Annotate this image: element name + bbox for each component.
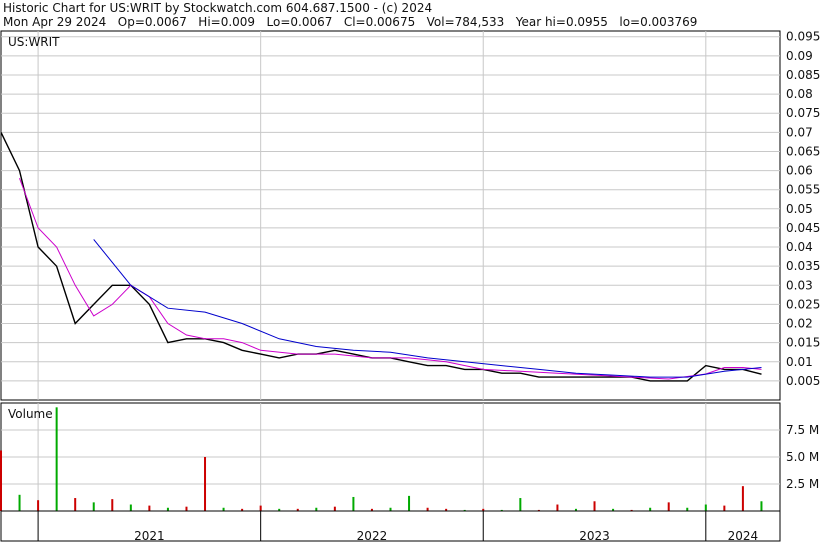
volume-bar <box>593 501 596 511</box>
price-tick-label: 0.07 <box>786 125 813 139</box>
volume-bar <box>0 450 2 511</box>
volume-bar <box>741 486 744 511</box>
volume-bar <box>519 498 522 511</box>
volume-bar <box>37 500 40 511</box>
volume-bar <box>408 495 411 511</box>
price-tick-label: 0.065 <box>786 144 820 158</box>
volume-bar <box>259 505 262 511</box>
price-tick-label: 0.045 <box>786 221 820 235</box>
volume-bar <box>129 504 132 511</box>
price-tick-label: 0.05 <box>786 202 813 216</box>
stock-chart: 0.095 0.09 0.085 0.08 0.075 0.07 0.065 0.06 0.05… <box>0 30 820 543</box>
volume-tick-label: 7.5 M <box>786 423 819 437</box>
volume-bar <box>352 496 355 511</box>
price-tick-label: 0.015 <box>786 336 820 350</box>
volume-bar <box>111 499 114 511</box>
year-label: 2024 <box>728 529 759 543</box>
price-tick-label: 0.08 <box>786 87 813 101</box>
price-tick-label: 0.01 <box>786 355 813 369</box>
volume-bar <box>185 506 188 511</box>
volume-bar <box>723 505 726 511</box>
price-tick-label: 0.005 <box>786 374 820 388</box>
year-label: 2022 <box>357 529 388 543</box>
price-tick-label: 0.03 <box>786 278 813 292</box>
volume-bar <box>55 407 58 511</box>
price-tick-label: 0.085 <box>786 68 820 82</box>
volume-bar <box>556 504 559 511</box>
price-panel-label: US:WRIT <box>8 35 60 49</box>
price-tick-label: 0.04 <box>786 240 813 254</box>
price-tick-label: 0.035 <box>786 259 820 273</box>
volume-bar <box>667 502 670 511</box>
volume-axis: 7.5 M 5.0 M 2.5 M <box>786 423 819 491</box>
volume-tick-label: 5.0 M <box>786 450 819 464</box>
price-tick-label: 0.095 <box>786 30 820 44</box>
volume-bar <box>148 505 151 511</box>
year-label: 2023 <box>579 529 610 543</box>
price-tick-label: 0.025 <box>786 297 820 311</box>
year-axis <box>0 510 781 542</box>
volume-bar <box>333 506 336 511</box>
volume-bar <box>92 502 95 511</box>
volume-bar <box>18 494 21 511</box>
volume-bar <box>74 498 77 511</box>
price-tick-label: 0.055 <box>786 183 820 197</box>
volume-panel-label: Volume <box>8 407 53 421</box>
price-axis: 0.095 0.09 0.085 0.08 0.075 0.07 0.065 0.06 0.05… <box>786 30 820 388</box>
volume-bar <box>204 457 207 511</box>
price-tick-label: 0.075 <box>786 106 820 120</box>
price-tick-label: 0.06 <box>786 164 813 178</box>
year-label: 2021 <box>134 529 165 543</box>
price-tick-label: 0.02 <box>786 317 813 331</box>
price-panel <box>0 30 781 401</box>
volume-tick-label: 2.5 M <box>786 477 819 491</box>
volume-bar <box>760 501 763 511</box>
volume-bar <box>704 504 707 511</box>
price-tick-label: 0.09 <box>786 49 813 63</box>
